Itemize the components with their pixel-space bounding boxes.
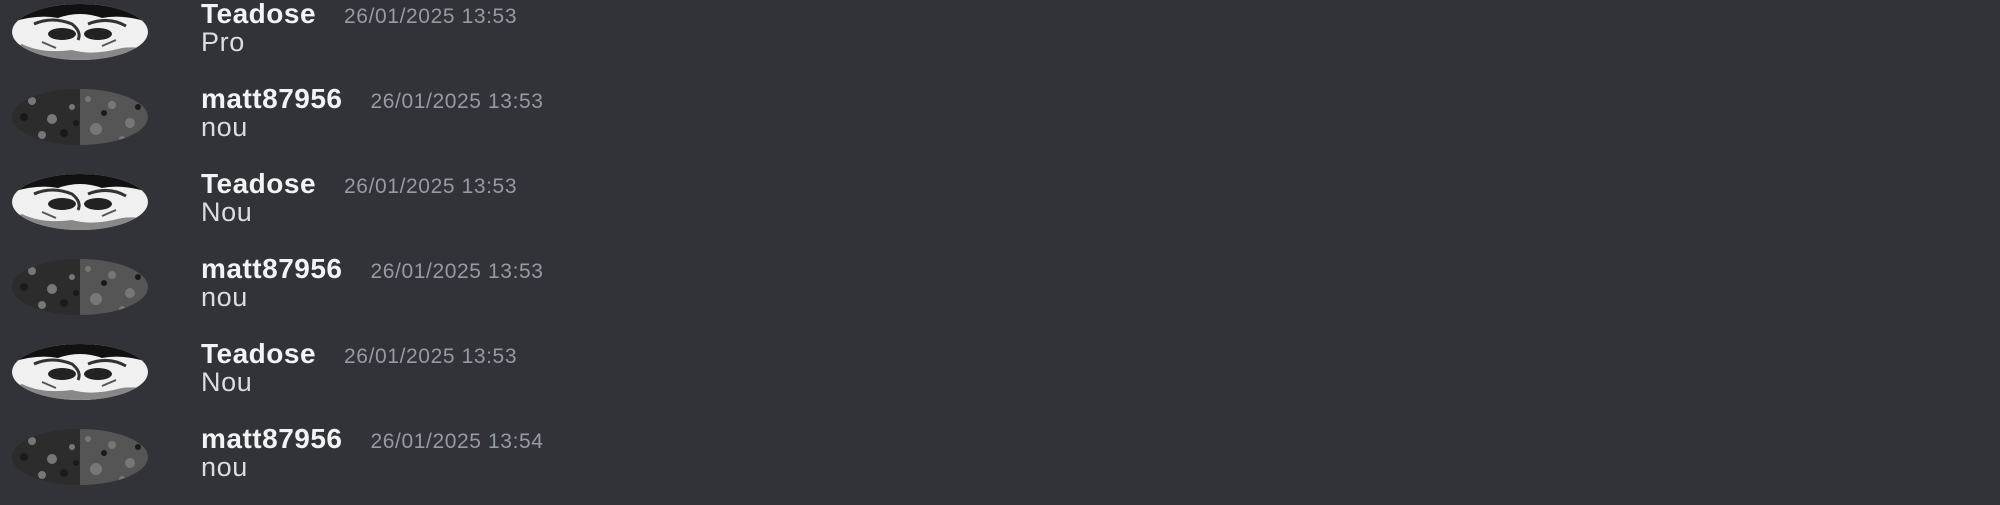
message-content: nou bbox=[201, 452, 248, 482]
username[interactable]: Teadose bbox=[201, 0, 316, 29]
message-content: Nou bbox=[201, 197, 253, 227]
message-item: Teadose 26/01/2025 13:53 Pro bbox=[0, 0, 2000, 80]
noise-avatar-icon[interactable] bbox=[12, 89, 148, 145]
message-item: Teadose 26/01/2025 13:53 Nou bbox=[0, 338, 2000, 420]
message-item: matt87956 26/01/2025 13:53 nou bbox=[0, 83, 2000, 165]
timestamp: 26/01/2025 13:53 bbox=[370, 260, 544, 283]
username[interactable]: matt87956 bbox=[201, 423, 342, 454]
message-content: nou bbox=[201, 282, 248, 312]
username[interactable]: Teadose bbox=[201, 168, 316, 199]
timestamp: 26/01/2025 13:53 bbox=[344, 175, 518, 198]
message-item: matt87956 26/01/2025 13:53 nou bbox=[0, 253, 2000, 335]
noise-avatar-icon[interactable] bbox=[12, 259, 148, 315]
timestamp: 26/01/2025 13:53 bbox=[344, 345, 518, 368]
message-content: Nou bbox=[201, 367, 253, 397]
message-header: Teadose 26/01/2025 13:53 bbox=[201, 338, 517, 370]
timestamp: 26/01/2025 13:54 bbox=[370, 430, 544, 453]
timestamp: 26/01/2025 13:53 bbox=[344, 5, 518, 28]
message-content: nou bbox=[201, 112, 248, 142]
username[interactable]: matt87956 bbox=[201, 253, 342, 284]
message-item: Teadose 26/01/2025 13:53 Nou bbox=[0, 168, 2000, 250]
anime-avatar-icon[interactable] bbox=[12, 4, 148, 60]
timestamp: 26/01/2025 13:53 bbox=[370, 90, 544, 113]
message-header: Teadose 26/01/2025 13:53 bbox=[201, 168, 517, 200]
message-item: matt87956 26/01/2025 13:54 nou bbox=[0, 423, 2000, 505]
message-header: Teadose 26/01/2025 13:53 bbox=[201, 0, 517, 30]
anime-avatar-icon[interactable] bbox=[12, 344, 148, 400]
message-content: Pro bbox=[201, 27, 245, 57]
message-header: matt87956 26/01/2025 13:54 bbox=[201, 423, 544, 455]
message-header: matt87956 26/01/2025 13:53 bbox=[201, 253, 544, 285]
username[interactable]: matt87956 bbox=[201, 83, 342, 114]
chat-messages: Teadose 26/01/2025 13:53 Pro matt87956 2… bbox=[0, 0, 2000, 500]
message-header: matt87956 26/01/2025 13:53 bbox=[201, 83, 544, 115]
noise-avatar-icon[interactable] bbox=[12, 429, 148, 485]
anime-avatar-icon[interactable] bbox=[12, 174, 148, 230]
username[interactable]: Teadose bbox=[201, 338, 316, 369]
